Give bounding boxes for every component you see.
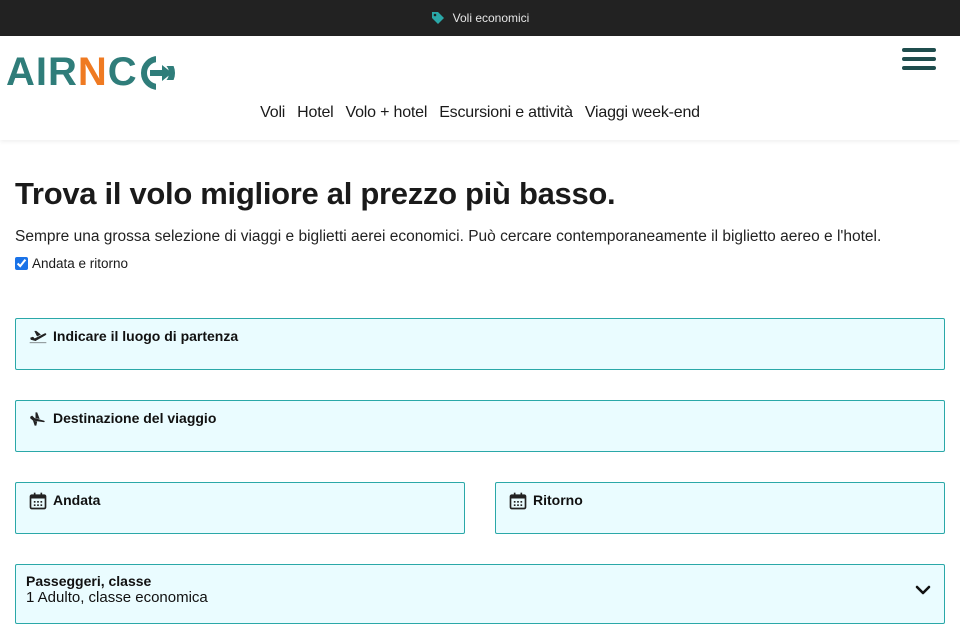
nav-escursioni[interactable]: Escursioni e attività — [439, 104, 573, 122]
nav-voli[interactable]: Voli — [260, 104, 285, 122]
departure-field[interactable]: Indicare il luogo di partenza — [15, 318, 945, 370]
roundtrip-label: Andata e ritorno — [32, 256, 129, 271]
promo-topbar[interactable]: Voli economici — [0, 0, 960, 36]
roundtrip-checkbox[interactable] — [15, 257, 28, 270]
passengers-label: Passeggeri, classe — [26, 573, 152, 589]
nav-week-end[interactable]: Viaggi week-end — [585, 104, 700, 122]
destination-label: Destinazione del viaggio — [53, 410, 217, 426]
return-label: Ritorno — [533, 492, 583, 508]
tag-icon — [431, 12, 444, 24]
plane-landing-icon — [30, 412, 45, 426]
menu-icon-bar — [902, 66, 936, 70]
menu-icon-bar — [902, 48, 936, 52]
menu-icon-bar — [902, 57, 936, 61]
roundtrip-toggle[interactable]: Andata e ritorno — [15, 256, 945, 271]
site-header: AIR N C Voli Hotel Volo + hotel Escursioni… — [0, 36, 960, 140]
departure-label: Indicare il luogo di partenza — [53, 328, 239, 344]
airnco-logo[interactable]: AIR N C — [6, 50, 176, 95]
destination-field[interactable]: Destinazione del viaggio — [15, 400, 945, 452]
hamburger-menu-button[interactable] — [902, 48, 936, 72]
page-description: Sempre una grossa selezione di viaggi e … — [15, 228, 882, 245]
passengers-class-select[interactable]: Passeggeri, classe 1 Adulto, classe econ… — [15, 564, 945, 624]
main-nav: Voli Hotel Volo + hotel Escursioni e att… — [0, 104, 960, 122]
page-title: Trova il volo migliore al prezzo più bas… — [15, 176, 616, 211]
arrow-circle-icon — [140, 54, 176, 91]
passengers-value: 1 Adulto, classe economica — [26, 589, 208, 606]
nav-volo-hotel[interactable]: Volo + hotel — [346, 104, 428, 122]
plane-takeoff-icon — [29, 330, 47, 344]
return-date-field[interactable]: Ritorno — [495, 482, 945, 534]
outbound-date-field[interactable]: Andata — [15, 482, 465, 534]
chevron-down-icon — [915, 585, 931, 595]
calendar-icon — [29, 492, 47, 510]
outbound-label: Andata — [53, 492, 101, 508]
topbar-label: Voli economici — [452, 11, 530, 25]
nav-hotel[interactable]: Hotel — [297, 104, 334, 122]
calendar-icon — [509, 492, 527, 510]
main-content: Trova il volo migliore al prezzo più bas… — [0, 176, 960, 271]
